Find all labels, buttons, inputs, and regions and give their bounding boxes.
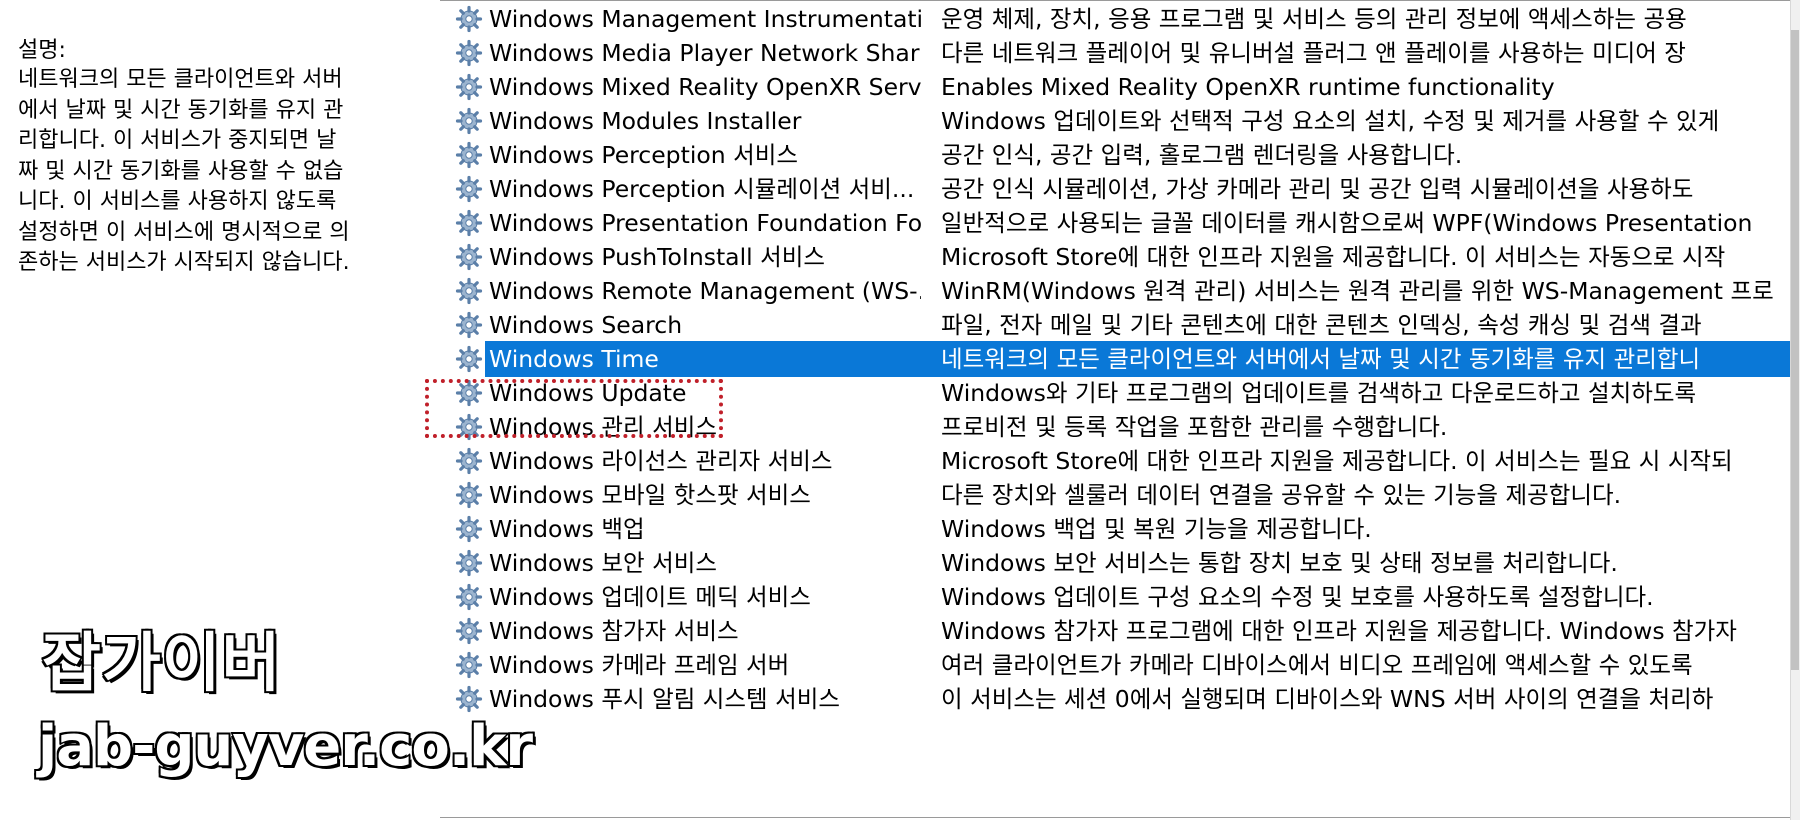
- service-description: 이 서비스는 세션 0에서 실행되며 디바이스와 WNS 서버 사이의 연결을 …: [941, 685, 1714, 713]
- service-name: Windows 푸시 알림 시스템 서비스: [489, 685, 840, 713]
- service-row[interactable]: Windows 카메라 프레임 서버 여러 클라이언트가 카메라 디바이스에서 비…: [450, 646, 1790, 684]
- service-description: Microsoft Store에 대한 인프라 지원을 제공합니다. 이 서비스…: [941, 243, 1726, 271]
- gear-icon: [452, 310, 486, 340]
- service-description: 파일, 전자 메일 및 기타 콘텐츠에 대한 콘텐츠 인덱싱, 속성 캐싱 및 …: [941, 311, 1702, 339]
- gear-icon: [452, 208, 486, 238]
- service-name: Windows 모바일 핫스팟 서비스: [489, 481, 811, 509]
- service-row[interactable]: Windows 보안 서비스 Windows 보안 서비스는 통합 장치 보호 및…: [450, 544, 1790, 582]
- service-name: Windows 참가자 서비스: [489, 617, 739, 645]
- description-label: 설명:: [18, 38, 66, 63]
- service-row[interactable]: Windows 백업 Windows 백업 및 복원 기능을 제공합니다.: [450, 510, 1790, 548]
- gear-icon: [452, 4, 486, 34]
- gear-icon: [452, 106, 486, 136]
- service-description: Windows 참가자 프로그램에 대한 인프라 지원을 제공합니다. Wind…: [941, 617, 1737, 645]
- service-description: 다른 장치와 셀룰러 데이터 연결을 공유할 수 있는 기능을 제공합니다.: [941, 481, 1622, 509]
- service-row[interactable]: Windows 업데이트 메딕 서비스 Windows 업데이트 구성 요소의 수…: [450, 578, 1790, 616]
- service-row[interactable]: Windows 푸시 알림 시스템 서비스 이 서비스는 세션 0에서 실행되며 …: [450, 680, 1790, 718]
- service-description: Windows 업데이트 구성 요소의 수정 및 보호를 사용하도록 설정합니다…: [941, 583, 1654, 611]
- service-description: Windows 보안 서비스는 통합 장치 보호 및 상태 정보를 처리합니다.: [941, 549, 1618, 577]
- service-name: Windows PushToInstall 서비스: [489, 243, 825, 271]
- highlight-annotation: [425, 379, 723, 438]
- service-row[interactable]: Windows Media Player Network Shari... 다른 …: [450, 34, 1790, 72]
- service-name: Windows 백업: [489, 515, 645, 543]
- service-description: 다른 네트워크 플레이어 및 유니버설 플러그 앤 플레이를 사용하는 미디어 …: [941, 39, 1686, 67]
- service-description: Windows와 기타 프로그램의 업데이트를 검색하고 다운로드하고 설치하도…: [941, 379, 1697, 407]
- service-description: 공간 인식, 공간 입력, 홀로그램 렌더링을 사용합니다.: [941, 141, 1463, 169]
- service-description: 운영 체제, 장치, 응용 프로그램 및 서비스 등의 관리 정보에 액세스하는…: [941, 5, 1687, 33]
- service-description: Windows 업데이트와 선택적 구성 요소의 설치, 수정 및 제거를 사용…: [941, 107, 1720, 135]
- service-name: Windows Search: [489, 311, 683, 339]
- service-row[interactable]: Windows PushToInstall 서비스 Microsoft Store…: [450, 238, 1790, 276]
- service-name: Windows Modules Installer: [489, 107, 802, 135]
- service-description: Windows 백업 및 복원 기능을 제공합니다.: [941, 515, 1372, 543]
- gear-icon: [452, 140, 486, 170]
- gear-icon: [452, 616, 486, 646]
- service-description: 여러 클라이언트가 카메라 디바이스에서 비디오 프레임에 액세스할 수 있도록: [941, 651, 1693, 679]
- gear-icon: [452, 242, 486, 272]
- service-description: Microsoft Store에 대한 인프라 지원을 제공합니다. 이 서비스…: [941, 447, 1733, 475]
- gear-icon: [452, 446, 486, 476]
- gear-icon: [452, 650, 486, 680]
- service-description: 네트워크의 모든 클라이언트와 서버에서 날짜 및 시간 동기화를 유지 관리합…: [941, 345, 1701, 373]
- service-name: Windows 카메라 프레임 서버: [489, 651, 790, 679]
- gear-icon: [452, 480, 486, 510]
- service-name: Windows Presentation Foundation Fo...: [489, 209, 921, 237]
- service-description: 일반적으로 사용되는 글꼴 데이터를 캐시함으로써 WPF(Windows Pr…: [941, 209, 1753, 237]
- description-text: 네트워크의 모든 클라이언트와 서버 에서 날짜 및 시간 동기화를 유지 관 …: [18, 67, 350, 275]
- service-row[interactable]: Windows Mixed Reality OpenXR Service Enab…: [450, 68, 1790, 106]
- service-row[interactable]: Windows Perception 서비스 공간 인식, 공간 입력, 홀로그램…: [450, 136, 1790, 174]
- service-name: Windows 보안 서비스: [489, 549, 717, 577]
- service-row[interactable]: Windows Management Instrumentation 운영 체제,…: [450, 0, 1790, 38]
- service-row[interactable]: Windows Perception 시뮬레이션 서비... 공간 인식 시뮬레이…: [450, 170, 1790, 208]
- service-name: Windows Management Instrumentation: [489, 5, 921, 33]
- service-description: Enables Mixed Reality OpenXR runtime fun…: [941, 73, 1555, 101]
- watermark-title: 잡가이버: [41, 626, 283, 703]
- gear-icon: [452, 582, 486, 612]
- gear-icon: [452, 684, 486, 714]
- service-row[interactable]: Windows 참가자 서비스 Windows 참가자 프로그램에 대한 인프라 …: [450, 612, 1790, 650]
- service-name: Windows Mixed Reality OpenXR Service: [489, 73, 921, 101]
- service-description: 프로비전 및 등록 작업을 포함한 관리를 수행합니다.: [941, 413, 1448, 441]
- service-row[interactable]: Windows 모바일 핫스팟 서비스 다른 장치와 셀룰러 데이터 연결을 공유…: [450, 476, 1790, 514]
- service-name: Windows Media Player Network Shari...: [489, 39, 921, 67]
- gear-icon: [452, 174, 486, 204]
- service-description: WinRM(Windows 원격 관리) 서비스는 원격 관리를 위한 WS-M…: [941, 277, 1774, 305]
- service-name: Windows Time: [489, 345, 659, 373]
- gear-icon: [452, 548, 486, 578]
- watermark-url: jab-guyver.co.kr: [37, 713, 535, 781]
- service-row[interactable]: Windows Search 파일, 전자 메일 및 기타 콘텐츠에 대한 콘텐츠…: [450, 306, 1790, 344]
- service-name: Windows Perception 서비스: [489, 141, 798, 169]
- service-name: Windows Remote Management (WS-...: [489, 277, 921, 305]
- service-description: 공간 인식 시뮬레이션, 가상 카메라 관리 및 공간 입력 시뮬레이션을 사용…: [941, 175, 1694, 203]
- service-row[interactable]: Windows Presentation Foundation Fo... 일반적…: [450, 204, 1790, 242]
- gear-icon: [452, 276, 486, 306]
- service-row[interactable]: Windows Time 네트워크의 모든 클라이언트와 서버에서 날짜 및 시간…: [450, 340, 1790, 378]
- service-name: Windows 업데이트 메딕 서비스: [489, 583, 811, 611]
- service-row[interactable]: Windows Remote Management (WS-... WinRM(W…: [450, 272, 1790, 310]
- scrollbar-thumb[interactable]: [1791, 30, 1799, 670]
- service-row[interactable]: Windows 라이선스 관리자 서비스 Microsoft Store에 대한 …: [450, 442, 1790, 480]
- gear-icon: [452, 38, 486, 68]
- service-name: Windows Perception 시뮬레이션 서비...: [489, 175, 915, 203]
- gear-icon: [452, 514, 486, 544]
- service-name: Windows 라이선스 관리자 서비스: [489, 447, 833, 475]
- service-row[interactable]: Windows Modules Installer Windows 업데이트와 선…: [450, 102, 1790, 140]
- gear-icon: [452, 344, 486, 374]
- gear-icon: [452, 72, 486, 102]
